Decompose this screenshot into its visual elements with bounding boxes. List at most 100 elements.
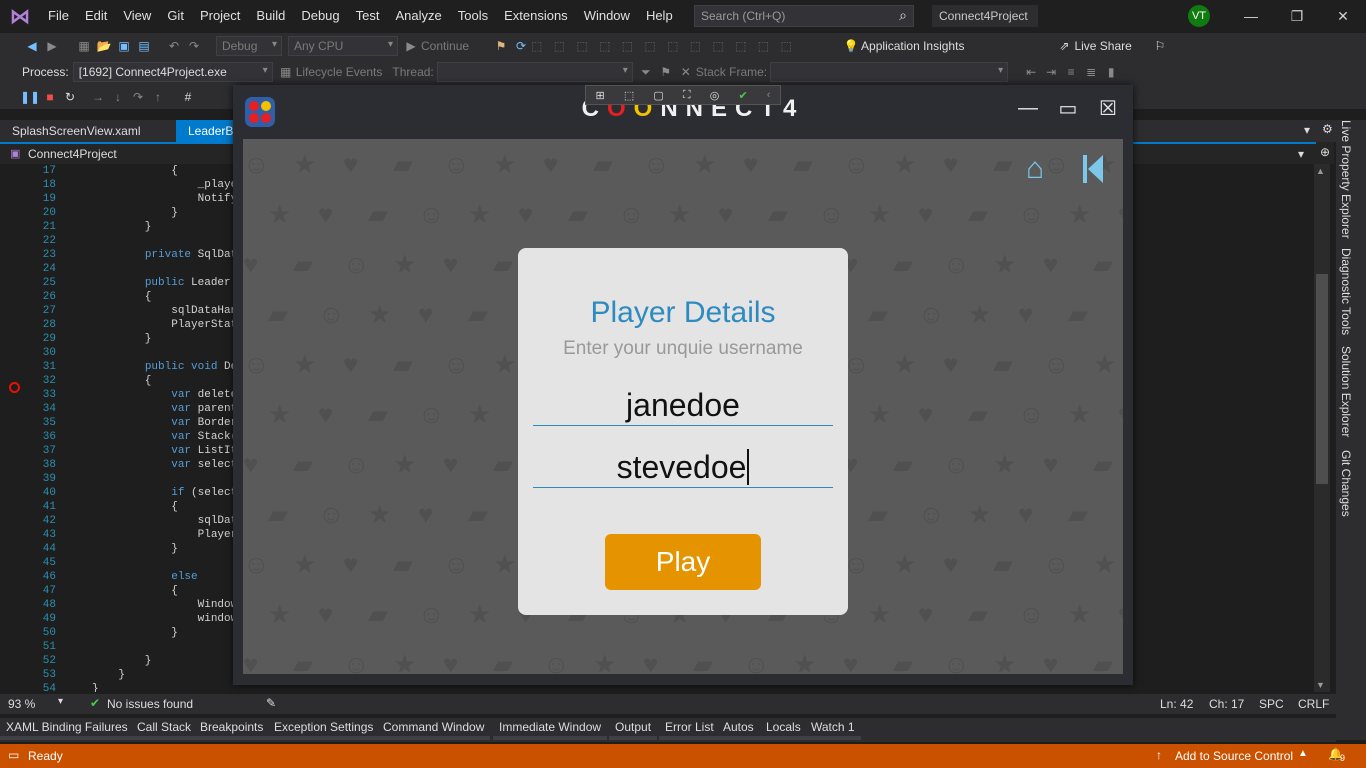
avatar[interactable]: VT [1188,5,1210,27]
step-over-icon[interactable]: ↷ [128,90,148,104]
continue-button[interactable]: Continue [421,39,469,53]
zoom-select[interactable]: 93 % [8,697,35,711]
hex-display-icon[interactable]: # [178,90,198,104]
filter-icon[interactable]: ⏷ [636,65,656,80]
track-focus-icon[interactable]: ⛶ [683,89,691,102]
menu-analyze[interactable]: Analyze [387,0,449,32]
save-all-icon[interactable]: ▤ [134,39,154,53]
thread-select[interactable] [436,62,633,82]
menu-edit[interactable]: Edit [77,0,115,32]
settings-icon[interactable]: ⚙ [1322,122,1333,136]
platform-select[interactable]: Any CPU [288,36,398,56]
live-visual-tree-icon[interactable]: ⊞ [596,89,605,102]
line-number[interactable]: Ln: 42 [1160,697,1193,711]
zoom-dropdown-icon[interactable]: ▾ [58,696,63,707]
tab-call-stack[interactable]: Call Stack [131,718,198,740]
whitespace-mode[interactable]: SPC [1259,697,1284,711]
editor-scrollbar[interactable]: ▲ ▼ [1314,164,1330,692]
tab-command-window[interactable]: Command Window [377,718,491,740]
tab-exception-settings[interactable]: Exception Settings [268,718,380,740]
tab-immediate-window[interactable]: Immediate Window [493,718,608,740]
step-into-icon[interactable]: ↓ [108,90,128,104]
menu-git[interactable]: Git [159,0,192,32]
outdent-icon[interactable]: ⇥ [1041,65,1061,79]
toggle-icon[interactable]: ✕ [676,65,696,79]
stack-frame-select[interactable] [770,62,1009,82]
lifecycle-icon[interactable]: ▦ [276,65,296,79]
menu-test[interactable]: Test [348,0,388,32]
output-icon[interactable]: ▭ [8,748,19,762]
tab-watch-1[interactable]: Watch 1 [805,718,861,740]
tab-git-changes[interactable]: Git Changes [1339,450,1353,517]
process-select[interactable]: [1692] Connect4Project.exe [72,62,273,82]
hot-reload-ok-icon[interactable]: ✔ [738,89,747,102]
minimize-icon[interactable]: — [1228,0,1274,32]
menu-help[interactable]: Help [638,0,681,32]
close-icon[interactable]: ✕ [1320,0,1366,32]
back-icon[interactable] [1081,153,1105,185]
open-file-icon[interactable]: 📂 [94,39,114,53]
menu-project[interactable]: Project [192,0,248,32]
application-insights-button[interactable]: Application Insights [861,39,964,53]
column-number[interactable]: Ch: 17 [1209,697,1244,711]
tab-dropdown-icon[interactable]: ▾ [1304,123,1310,137]
app-maximize-icon[interactable]: ▭ [1055,95,1081,121]
split-editor-icon[interactable]: ⊕ [1316,142,1334,164]
app-minimize-icon[interactable]: — [1015,95,1041,121]
search-input[interactable]: Search (Ctrl+Q) ⌕ [694,5,914,27]
attach-icon[interactable]: ⚑ [491,39,511,53]
live-share-button[interactable]: Live Share [1074,39,1131,53]
flag-icon[interactable]: ⚑ [656,65,676,79]
project-dropdown[interactable]: Connect4Project [28,147,117,161]
tab-output[interactable]: Output [609,718,658,740]
hot-reload-icon[interactable]: ⟳ [511,39,531,53]
navigate-forward-icon[interactable]: ▶ [42,39,62,53]
menu-tools[interactable]: Tools [450,0,496,32]
display-adorners-icon[interactable]: ▢ [653,89,663,102]
stop-icon[interactable]: ■ [40,90,60,104]
home-icon[interactable]: ⌂ [1019,153,1051,185]
tab-breakpoints[interactable]: Breakpoints [194,718,270,740]
menu-view[interactable]: View [115,0,159,32]
menu-window[interactable]: Window [576,0,638,32]
scroll-down-icon[interactable]: ▼ [1316,680,1325,690]
collapse-toolbar-icon[interactable]: ‹ [767,89,771,101]
issues-status[interactable]: No issues found [107,697,193,711]
player-two-input[interactable]: stevedoe [533,446,833,488]
member-dropdown-icon[interactable]: ▾ [1298,147,1304,161]
continue-icon[interactable]: ▶ [401,39,421,53]
tab-diagnostic-tools[interactable]: Diagnostic Tools [1339,248,1353,335]
uncomment-icon[interactable]: ≣ [1081,65,1101,79]
brush-icon[interactable]: ✎ [266,696,276,710]
redo-icon[interactable]: ↷ [184,39,204,53]
step-out-icon[interactable]: ↑ [148,90,168,104]
bookmark-icon[interactable]: ▮ [1101,65,1121,79]
configuration-select[interactable]: Debug [216,36,282,56]
tab-solution-explorer[interactable]: Solution Explorer [1339,346,1353,437]
menu-debug[interactable]: Debug [293,0,347,32]
tab-splash-screen-view[interactable]: SplashScreenView.xaml [0,120,153,142]
tab-error-list[interactable]: Error List [659,718,720,740]
menu-build[interactable]: Build [248,0,293,32]
comment-icon[interactable]: ≡ [1061,65,1081,79]
indent-icon[interactable]: ⇤ [1021,65,1041,79]
play-button[interactable]: Play [605,534,761,590]
scroll-up-icon[interactable]: ▲ [1316,166,1325,176]
line-ending[interactable]: CRLF [1298,697,1329,711]
tab-live-property-explorer[interactable]: Live Property Explorer [1339,120,1353,239]
navigate-back-icon[interactable]: ◀ [22,39,42,53]
lightbulb-icon[interactable]: 💡 [841,39,861,53]
restart-icon[interactable]: ↻ [60,90,80,104]
breakpoint-marker[interactable] [9,382,20,393]
lifecycle-events-button[interactable]: Lifecycle Events [296,65,383,79]
binding-failures-icon[interactable]: ◎ [710,89,720,102]
tab-autos[interactable]: Autos [717,718,760,740]
select-element-icon[interactable]: ⬚ [624,89,634,102]
save-icon[interactable]: ▣ [114,39,134,53]
menu-extensions[interactable]: Extensions [496,0,576,32]
new-project-icon[interactable]: ▦ [74,39,94,53]
restore-icon[interactable]: ❐ [1274,0,1320,32]
tab-locals[interactable]: Locals [760,718,807,740]
source-control-dropdown-icon[interactable]: ▲ [1298,748,1308,759]
app-close-icon[interactable]: ☒ [1095,95,1121,121]
